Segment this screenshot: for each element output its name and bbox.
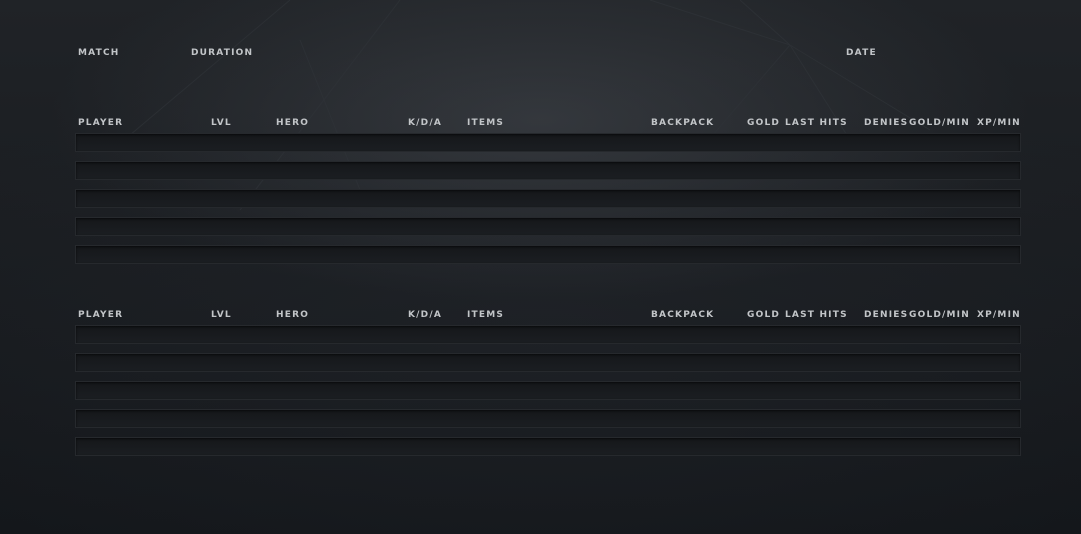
player-row[interactable] xyxy=(75,133,1021,152)
column-hero: HERO xyxy=(276,118,310,128)
duration-label: DURATION xyxy=(191,48,254,58)
player-row[interactable] xyxy=(75,437,1021,456)
column-player: PLAYER xyxy=(78,118,124,128)
player-row[interactable] xyxy=(75,245,1021,264)
column-denies: DENIES xyxy=(864,310,909,320)
column-gold: GOLD xyxy=(747,310,781,320)
column-xp-min: XP/MIN xyxy=(977,118,1021,128)
column-xp-min: XP/MIN xyxy=(977,310,1021,320)
player-row[interactable] xyxy=(75,325,1021,344)
column-gold: GOLD xyxy=(747,118,781,128)
player-row[interactable] xyxy=(75,189,1021,208)
match-label: MATCH xyxy=(78,48,120,58)
column-lvl: LVL xyxy=(211,118,232,128)
player-row[interactable] xyxy=(75,217,1021,236)
column-kda: K/D/A xyxy=(408,310,442,320)
column-last-hits: LAST HITS xyxy=(785,118,848,128)
column-last-hits: LAST HITS xyxy=(785,310,848,320)
column-denies: DENIES xyxy=(864,118,909,128)
column-lvl: LVL xyxy=(211,310,232,320)
player-row[interactable] xyxy=(75,409,1021,428)
team-2-table xyxy=(75,325,1021,457)
column-player: PLAYER xyxy=(78,310,124,320)
column-backpack: BACKPACK xyxy=(651,310,715,320)
date-label: DATE xyxy=(846,48,877,58)
team-1-table xyxy=(75,133,1021,265)
player-row[interactable] xyxy=(75,381,1021,400)
column-hero: HERO xyxy=(276,310,310,320)
column-gold-min: GOLD/MIN xyxy=(909,310,970,320)
player-row[interactable] xyxy=(75,353,1021,372)
column-gold-min: GOLD/MIN xyxy=(909,118,970,128)
column-kda: K/D/A xyxy=(408,118,442,128)
column-backpack: BACKPACK xyxy=(651,118,715,128)
player-row[interactable] xyxy=(75,161,1021,180)
column-items: ITEMS xyxy=(467,310,505,320)
column-items: ITEMS xyxy=(467,118,505,128)
